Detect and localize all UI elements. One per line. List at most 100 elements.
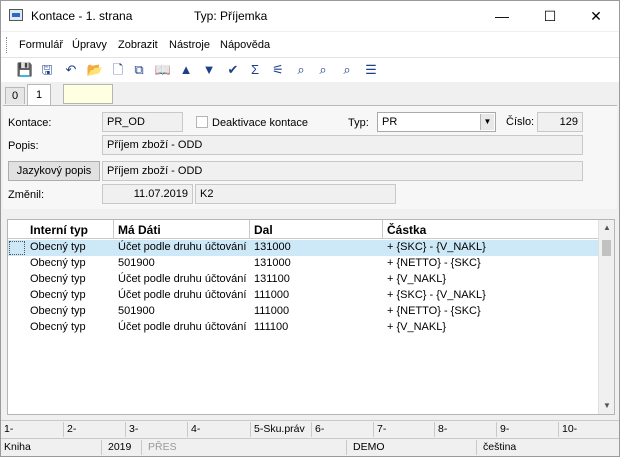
check-arrow-icon[interactable]: ✔	[224, 61, 242, 79]
cell-dal: 131000	[254, 241, 291, 253]
typ-label: Typ:	[348, 117, 369, 129]
cell-dal: 131100	[254, 273, 290, 285]
function-key-1[interactable]: 1-	[4, 423, 13, 435]
table-row[interactable]: Obecný typ Účet podle druhu účtování 11110…	[8, 320, 598, 336]
cell-castka: + {NETTO} - {SKC}	[387, 257, 481, 269]
menu-zobrazit[interactable]: Zobrazit	[118, 39, 158, 51]
cell-castka: + {V_NAKL}	[387, 273, 447, 285]
function-key-9[interactable]: 9-	[500, 423, 509, 435]
cell-dal: 111000	[254, 289, 290, 301]
cell-castka: + {SKC} - {V_NAKL}	[387, 289, 486, 301]
window-type-caption: Typ: Příjemka	[194, 9, 268, 23]
copy-icon[interactable]: ⧉	[130, 61, 148, 79]
menu-lines-icon[interactable]: ☰	[362, 61, 380, 79]
function-key-7[interactable]: 7-	[377, 423, 386, 435]
function-key-separator	[558, 422, 559, 437]
zmenil-date-field[interactable]: 11.07.2019	[102, 184, 193, 204]
cell-interni-typ: Obecný typ	[30, 289, 86, 301]
function-key-2[interactable]: 2-	[67, 423, 76, 435]
status-language: čeština	[483, 441, 517, 453]
table-row[interactable]: Obecný typ Účet podle druhu účtování 11100…	[8, 288, 598, 304]
cislo-field[interactable]: 129	[537, 112, 583, 132]
jazykovy-popis-field[interactable]: Příjem zboží - ODD	[102, 161, 583, 181]
cell-interni-typ: Obecný typ	[30, 257, 86, 269]
table-row[interactable]: Obecný typ 501900 111000 + {NETTO} - {SKC}	[8, 304, 598, 320]
table-row[interactable]: Obecný typ 501900 131000 + {NETTO} - {SKC}	[8, 256, 598, 272]
binoculars-icon[interactable]: ⌕	[292, 61, 310, 79]
function-key-6[interactable]: 6-	[315, 423, 324, 435]
column-dal[interactable]: Dal	[250, 220, 383, 239]
cell-castka: + {V_NAKL}	[387, 321, 447, 333]
function-key-separator	[373, 422, 374, 437]
sum-icon[interactable]: Σ	[246, 61, 264, 79]
cell-dal: 131000	[254, 257, 291, 269]
tab-0[interactable]: 0	[5, 87, 25, 104]
book-icon[interactable]: 📖	[154, 61, 172, 79]
function-key-bar: 1- 2- 3- 4- 5-Sku.práv 6- 7- 8- 9- 10-	[1, 420, 619, 438]
binoculars-next-icon[interactable]: ⌕	[314, 61, 332, 79]
arrow-up-icon[interactable]: ▲	[177, 61, 195, 79]
cell-dal: 111100	[254, 321, 289, 333]
menu-upravy[interactable]: Úpravy	[72, 39, 107, 51]
vertical-scrollbar[interactable]: ▲ ▼	[598, 220, 614, 414]
table-row[interactable]: Obecný typ Účet podle druhu účtování 13110…	[8, 272, 598, 288]
typ-select-value: PR	[382, 116, 398, 128]
table-row[interactable]: Obecný typ Účet podle druhu účtování 13100…	[8, 240, 598, 256]
deactivate-label: Deaktivace kontace	[212, 117, 308, 129]
tab-1[interactable]: 1	[27, 84, 51, 105]
function-key-10[interactable]: 10-	[562, 423, 577, 435]
app-icon	[9, 9, 23, 21]
cell-ma-dati: 501900	[118, 305, 155, 317]
row-focus-marker	[9, 241, 25, 255]
function-key-separator	[63, 422, 64, 437]
status-module: Kniha	[4, 441, 31, 453]
new-document-icon[interactable]: 🗋	[109, 61, 127, 79]
scroll-up-icon[interactable]: ▲	[599, 220, 614, 236]
tab-search-field[interactable]	[63, 84, 113, 104]
cell-ma-dati: 501900	[118, 257, 155, 269]
tab-strip: 0 1	[1, 83, 619, 105]
posting-table: Interní typ Má Dáti Dal Částka Obecný ty…	[7, 219, 615, 415]
window-title: Kontace - 1. strana	[31, 9, 133, 23]
column-castka[interactable]: Částka	[383, 220, 598, 239]
deactivate-checkbox[interactable]	[196, 116, 208, 128]
scroll-thumb[interactable]	[602, 240, 611, 256]
filter-icon[interactable]: ⚟	[269, 61, 287, 79]
save-as-icon[interactable]: 🖫	[38, 61, 56, 79]
table-header: Interní typ Má Dáti Dal Částka	[8, 220, 598, 239]
menu-grip	[6, 37, 8, 53]
popis-field[interactable]: Příjem zboží - ODD	[102, 135, 583, 155]
zmenil-user-field[interactable]: K2	[195, 184, 396, 204]
cell-ma-dati: Účet podle druhu účtování	[118, 321, 247, 333]
menu-napoveda[interactable]: Nápověda	[220, 39, 270, 51]
status-year: 2019	[108, 441, 132, 453]
cell-castka: + {NETTO} - {SKC}	[387, 305, 481, 317]
function-key-separator	[311, 422, 312, 437]
status-database: DEMO	[353, 441, 385, 453]
close-button[interactable]: ✕	[573, 1, 619, 31]
kontace-field[interactable]: PR_OD	[102, 112, 183, 132]
jazykovy-popis-button[interactable]: Jazykový popis	[8, 161, 100, 181]
scroll-down-icon[interactable]: ▼	[599, 398, 614, 414]
cell-castka: + {SKC} - {V_NAKL}	[387, 241, 486, 253]
kontace-label: Kontace:	[8, 117, 52, 129]
function-key-5[interactable]: 5-Sku.práv	[254, 423, 305, 435]
column-ma-dati[interactable]: Má Dáti	[114, 220, 250, 239]
column-interni-typ[interactable]: Interní typ	[26, 220, 114, 239]
function-key-4[interactable]: 4-	[191, 423, 200, 435]
binoculars-prev-icon[interactable]: ⌕	[338, 61, 356, 79]
chevron-down-icon[interactable]: ▼	[480, 114, 494, 130]
menu-formular[interactable]: Formulář	[19, 39, 63, 51]
arrow-down-icon[interactable]: ▼	[200, 61, 218, 79]
save-icon[interactable]: 💾	[16, 61, 34, 79]
function-key-3[interactable]: 3-	[129, 423, 138, 435]
typ-select[interactable]: PR ▼	[377, 112, 496, 132]
function-key-8[interactable]: 8-	[438, 423, 447, 435]
menu-bar: Formulář Úpravy Zobrazit Nástroje Nápově…	[1, 32, 619, 58]
minimize-button[interactable]: —	[479, 1, 525, 31]
maximize-button[interactable]: ☐	[527, 1, 573, 31]
menu-nastroje[interactable]: Nástroje	[169, 39, 210, 51]
undo-icon[interactable]: ↶	[62, 61, 80, 79]
open-folder-icon[interactable]: 📂	[86, 61, 104, 79]
header-form: Kontace: PR_OD Deaktivace kontace Typ: P…	[3, 105, 617, 209]
